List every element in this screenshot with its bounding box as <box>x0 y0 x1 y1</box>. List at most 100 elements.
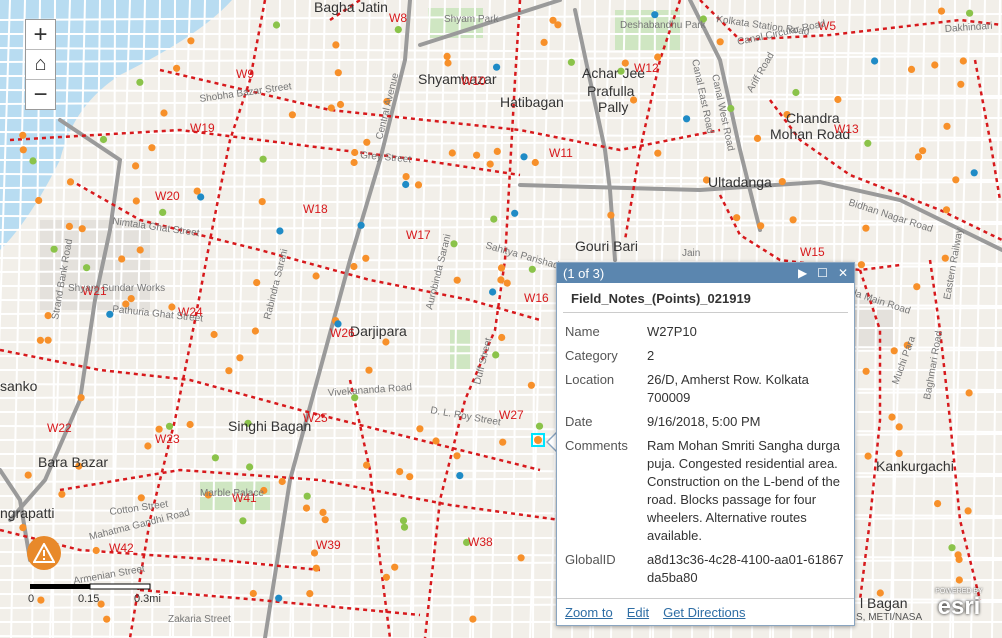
field-note-point[interactable] <box>276 227 284 235</box>
field-note-point[interactable] <box>382 338 390 346</box>
field-note-point[interactable] <box>456 472 464 480</box>
field-note-point[interactable] <box>99 135 108 144</box>
field-note-point[interactable] <box>363 461 371 469</box>
field-note-point[interactable] <box>919 147 927 155</box>
field-note-point[interactable] <box>511 209 519 217</box>
field-note-point[interactable] <box>225 367 233 375</box>
field-note-point[interactable] <box>24 471 32 479</box>
field-note-point[interactable] <box>453 276 461 284</box>
field-note-point[interactable] <box>406 473 414 481</box>
field-note-point[interactable] <box>302 504 311 512</box>
field-note-point[interactable] <box>36 336 45 344</box>
field-note-point[interactable] <box>118 255 126 263</box>
field-note-point[interactable] <box>493 63 501 71</box>
field-note-point[interactable] <box>934 500 942 508</box>
field-note-point[interactable] <box>327 104 335 112</box>
field-note-point[interactable] <box>907 65 916 73</box>
field-note-point[interactable] <box>683 115 691 123</box>
field-note-point[interactable] <box>275 594 283 602</box>
field-note-point[interactable] <box>871 57 879 65</box>
field-note-point[interactable] <box>350 262 358 271</box>
field-note-point[interactable] <box>362 254 370 262</box>
field-note-point[interactable] <box>444 59 452 67</box>
field-note-point[interactable] <box>914 153 923 161</box>
field-note-point[interactable] <box>499 438 507 446</box>
close-icon[interactable]: ✕ <box>838 266 848 280</box>
field-note-point[interactable] <box>970 169 978 177</box>
field-note-point[interactable] <box>531 158 539 167</box>
field-note-point[interactable] <box>44 336 52 344</box>
field-note-point[interactable] <box>193 187 201 195</box>
popup-attributes[interactable]: Name W27P10 Category 2 Location 26/D, Amher… <box>557 313 854 583</box>
field-note-point[interactable] <box>19 524 27 532</box>
field-note-point[interactable] <box>416 425 424 433</box>
field-note-point[interactable] <box>312 564 320 572</box>
field-note-point[interactable] <box>503 279 511 287</box>
field-note-point[interactable] <box>733 214 741 222</box>
field-note-point[interactable] <box>443 52 451 61</box>
field-note-point[interactable] <box>278 477 286 486</box>
field-note-point[interactable] <box>492 351 500 359</box>
field-note-point[interactable] <box>540 38 548 47</box>
edit-link[interactable]: Edit <box>627 605 649 620</box>
field-note-point[interactable] <box>312 272 320 280</box>
field-note-point[interactable] <box>757 222 765 230</box>
field-note-point[interactable] <box>357 221 365 229</box>
field-note-point[interactable] <box>952 176 960 184</box>
field-note-point[interactable] <box>137 494 145 502</box>
field-note-point[interactable] <box>50 245 58 253</box>
field-note-point[interactable] <box>92 546 100 555</box>
field-note-point[interactable] <box>363 138 371 146</box>
field-note-point[interactable] <box>716 38 724 46</box>
field-note-point[interactable] <box>350 158 358 167</box>
field-note-point[interactable] <box>165 422 174 430</box>
field-note-point[interactable] <box>862 224 870 232</box>
field-note-point[interactable] <box>399 517 408 525</box>
field-note-point[interactable] <box>493 147 501 155</box>
field-note-point[interactable] <box>567 58 576 66</box>
field-note-point[interactable] <box>948 544 956 552</box>
field-note-point[interactable] <box>473 151 481 159</box>
field-note-point[interactable] <box>864 452 872 460</box>
field-note-point[interactable] <box>258 198 266 206</box>
field-note-point[interactable] <box>931 61 939 69</box>
field-note-point[interactable] <box>654 53 662 61</box>
field-note-point[interactable] <box>259 155 267 163</box>
field-note-point[interactable] <box>654 149 662 157</box>
field-note-point[interactable] <box>144 442 152 450</box>
field-note-point[interactable] <box>490 215 498 223</box>
field-note-point[interactable] <box>136 246 144 254</box>
field-note-point[interactable] <box>402 173 410 181</box>
field-note-point[interactable] <box>895 423 903 431</box>
field-note-point[interactable] <box>778 178 786 186</box>
next-feature-icon[interactable]: ▶ <box>798 266 807 280</box>
field-note-point[interactable] <box>864 139 872 147</box>
field-note-point[interactable] <box>19 146 27 154</box>
field-note-point[interactable] <box>306 590 314 598</box>
field-note-point[interactable] <box>321 516 329 524</box>
field-note-point[interactable] <box>351 148 359 157</box>
field-note-point[interactable] <box>29 157 37 165</box>
selected-field-note-point[interactable] <box>534 436 542 444</box>
field-note-point[interactable] <box>127 295 135 303</box>
field-note-point[interactable] <box>489 288 497 296</box>
field-note-point[interactable] <box>549 16 557 24</box>
field-note-point[interactable] <box>173 64 181 72</box>
field-note-point[interactable] <box>77 394 85 402</box>
field-note-point[interactable] <box>334 69 342 77</box>
field-note-point[interactable] <box>246 463 254 471</box>
field-note-point[interactable] <box>753 134 762 142</box>
maximize-icon[interactable]: ☐ <box>817 266 828 280</box>
field-note-point[interactable] <box>210 330 218 339</box>
field-note-point[interactable] <box>943 122 951 130</box>
field-note-point[interactable] <box>391 563 399 571</box>
field-note-point[interactable] <box>607 211 615 219</box>
field-note-point[interactable] <box>332 41 340 49</box>
field-note-point[interactable] <box>249 589 257 598</box>
zoom-out-button[interactable]: − <box>26 80 55 109</box>
field-note-point[interactable] <box>236 354 244 362</box>
field-note-point[interactable] <box>432 437 440 445</box>
field-note-point[interactable] <box>520 153 528 161</box>
field-note-point[interactable] <box>303 492 311 500</box>
field-note-point[interactable] <box>527 381 536 389</box>
